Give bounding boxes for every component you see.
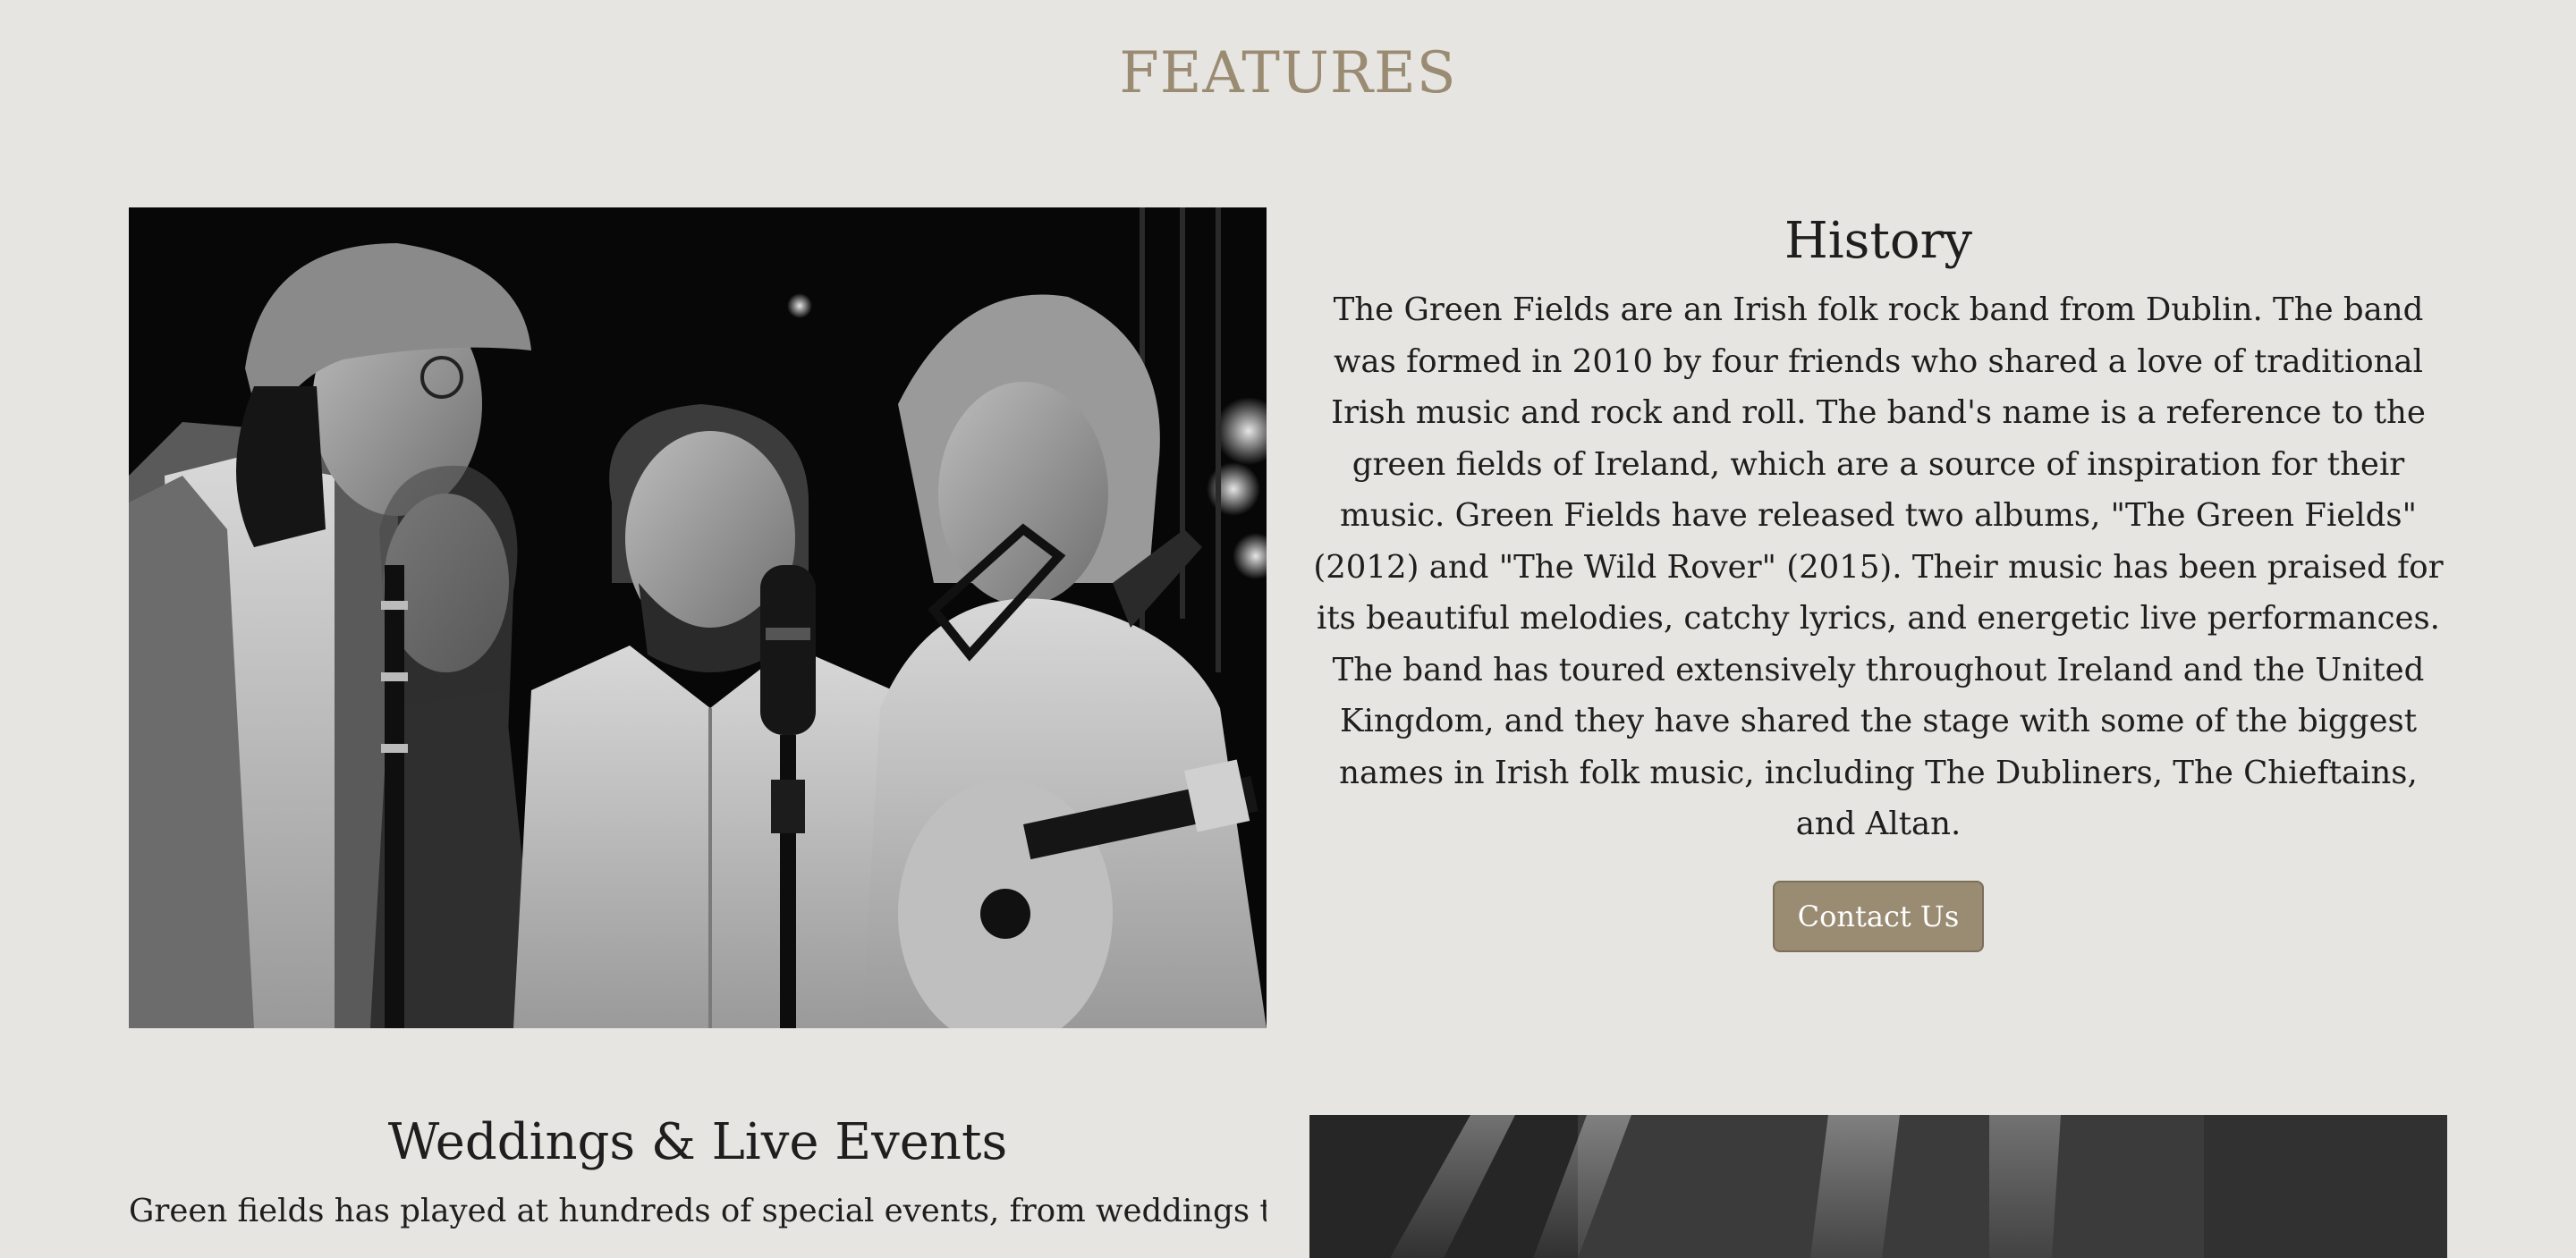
weddings-section: Weddings & Live Events Green fields has … [129,1109,1267,1237]
band-performance-photo [129,207,1267,1028]
history-title: History [1784,212,1973,270]
contact-us-button[interactable]: Contact Us [1772,880,1985,952]
history-body: The Green Fields are an Irish folk rock … [1313,291,2444,842]
weddings-body: Green fields has played at hundreds of s… [129,1193,1267,1229]
weddings-title: Weddings & Live Events [387,1113,1008,1171]
live-event-photo [1309,1115,2447,1258]
history-section: History The Green Fields are an Irish fo… [1309,207,2447,952]
page-title: FEATURES [1119,40,1457,106]
